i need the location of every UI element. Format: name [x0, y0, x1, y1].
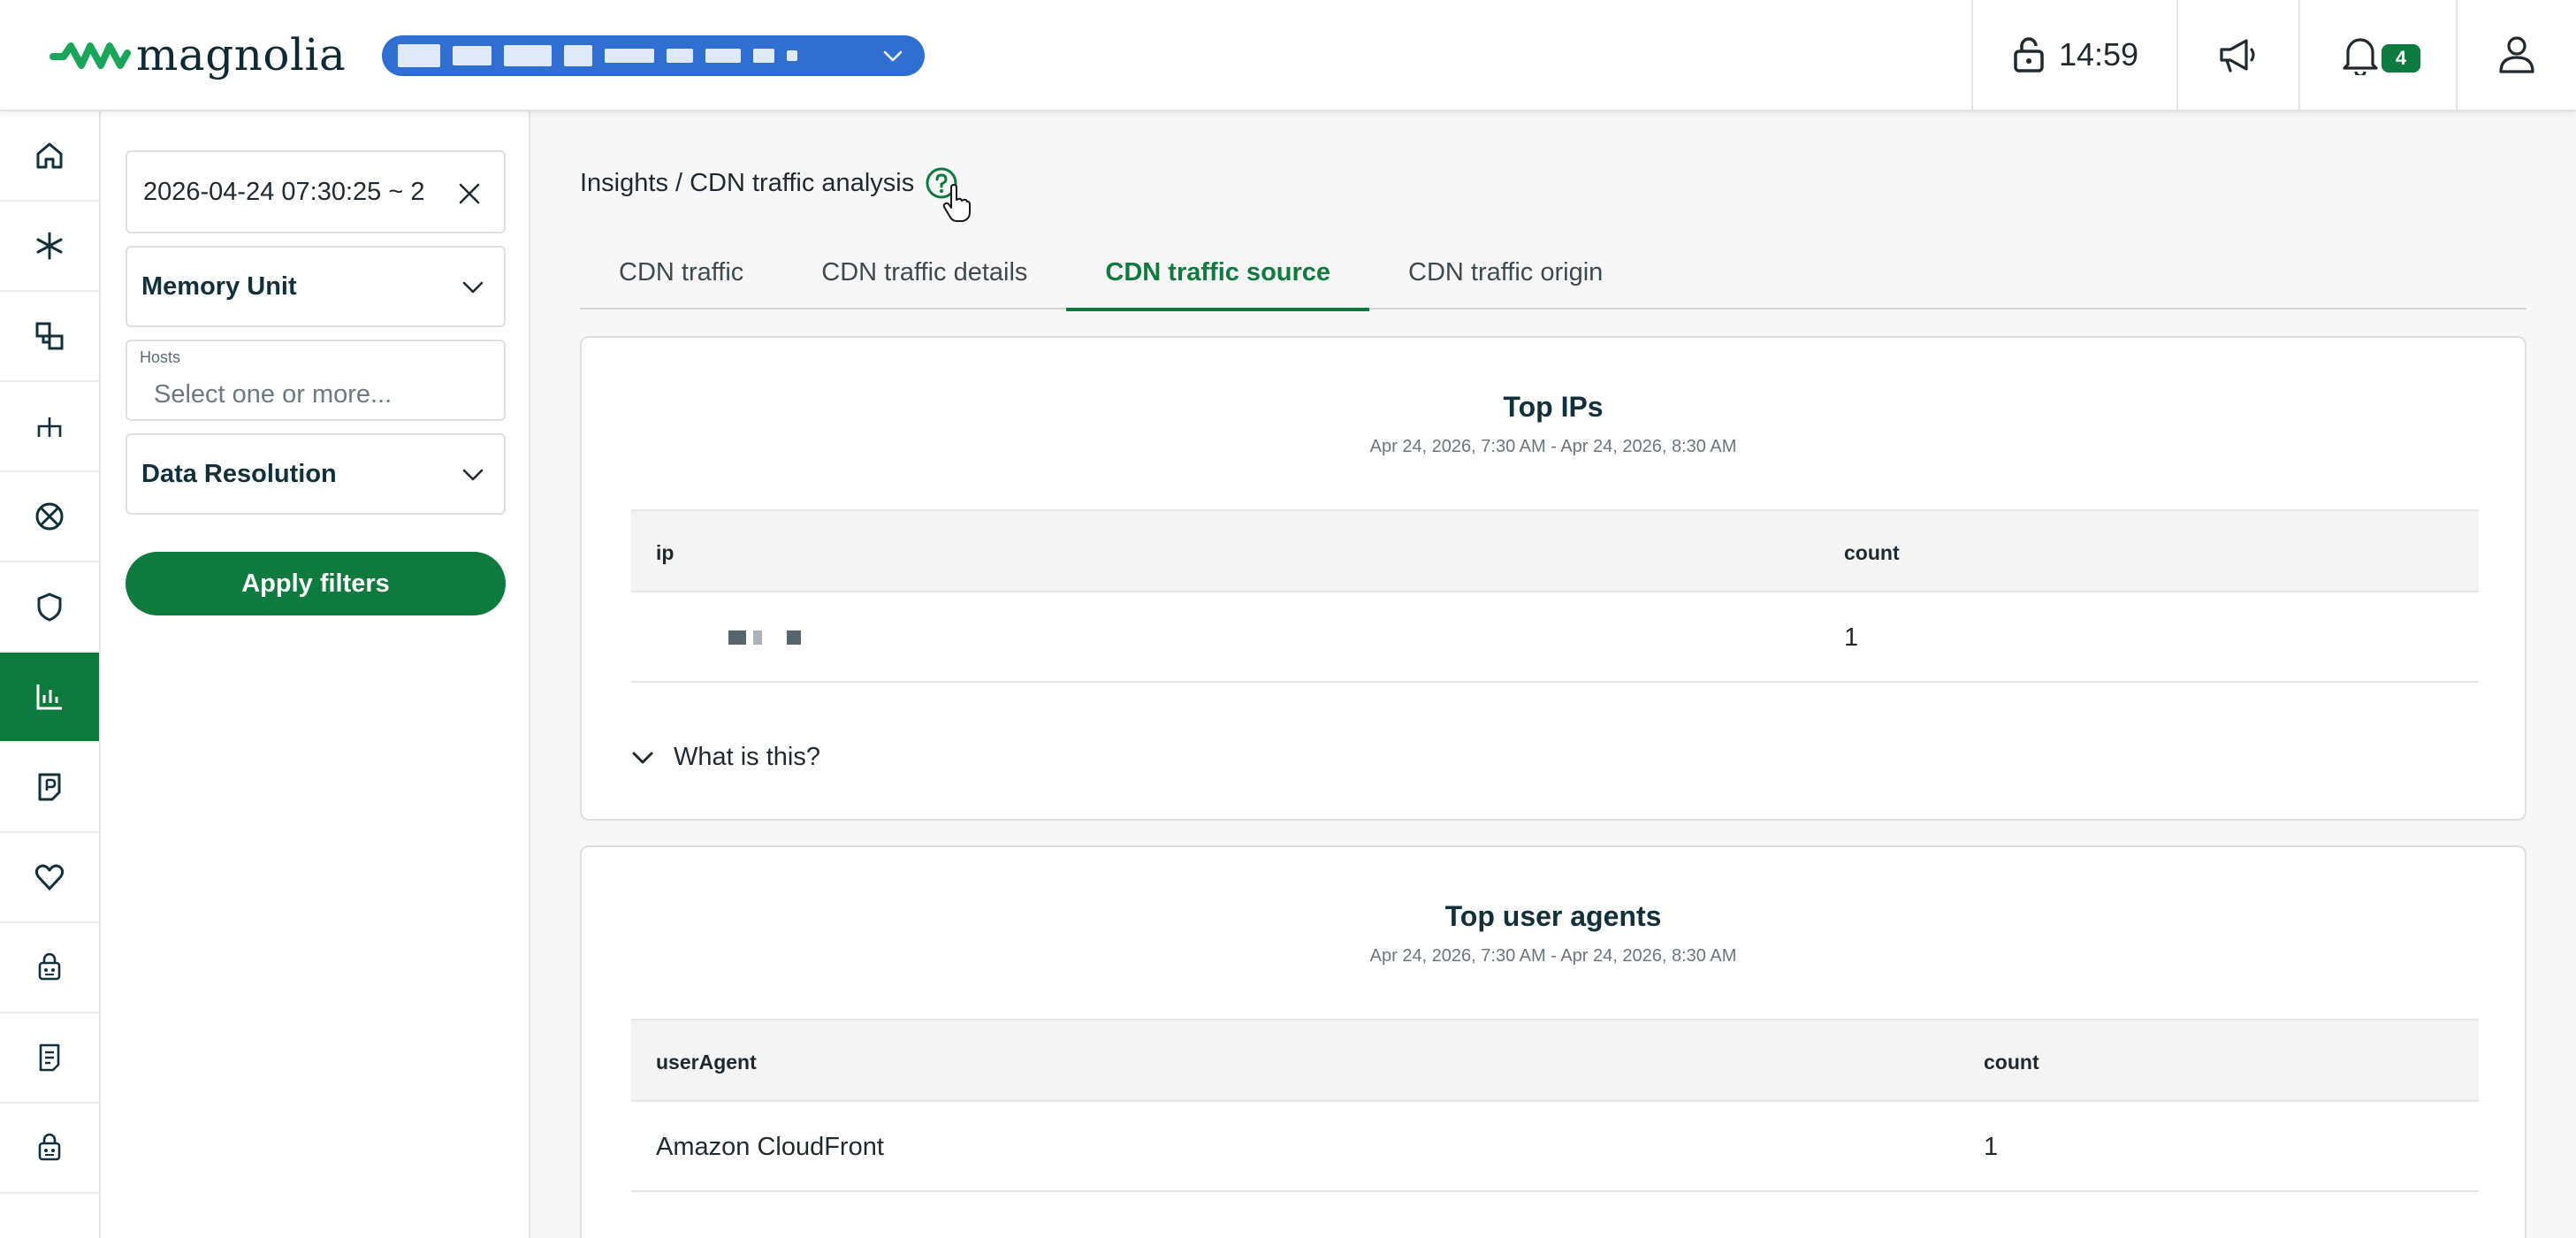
notification-count-badge: 4: [2382, 44, 2420, 73]
top-ips-table: ip count 1: [631, 509, 2479, 683]
chevron-down-icon: [462, 281, 484, 294]
filter-panel: 2026-04-24 07:30:25 ~ 2 Memory Unit Host…: [101, 111, 530, 1238]
what-is-this-expander[interactable]: What is this?: [631, 743, 820, 772]
robot-icon: [38, 952, 61, 981]
top-user-agents-table: userAgent count Amazon CloudFront 1: [631, 1019, 2479, 1192]
nav-item-domains[interactable]: [0, 472, 99, 562]
table-row[interactable]: Amazon CloudFront 1: [631, 1102, 2479, 1192]
nav-item-branches[interactable]: [0, 382, 99, 472]
robot-icon: [38, 1133, 61, 1161]
document-icon: [38, 773, 61, 801]
nav-item-robot-1[interactable]: [0, 923, 99, 1013]
chevron-down-icon: [632, 752, 653, 763]
tab-cdn-traffic-origin[interactable]: CDN traffic origin: [1369, 235, 1642, 310]
useragent-cell: Amazon CloudFront: [656, 1132, 884, 1161]
top-ips-card: Top IPs Apr 24, 2026, 7:30 AM - Apr 24, …: [580, 336, 2526, 821]
column-header-count[interactable]: count: [1984, 1020, 2039, 1104]
ip-cell-redacted: [728, 592, 808, 683]
tab-bar: CDN traffic CDN traffic details CDN traf…: [580, 235, 2526, 311]
top-user-agents-card: Top user agents Apr 24, 2026, 7:30 AM - …: [580, 845, 2526, 1238]
nav-item-security[interactable]: [0, 562, 99, 653]
column-header-ip[interactable]: ip: [656, 511, 674, 594]
megaphone-icon: [2220, 39, 2255, 73]
environment-name-redacted: [398, 35, 797, 76]
announcements-button[interactable]: [2176, 0, 2298, 110]
heart-icon: [34, 864, 65, 890]
chart-icon: [36, 684, 62, 710]
session-lock[interactable]: 14:59: [1971, 0, 2176, 110]
hosts-multiselect[interactable]: Hosts Select one or more...: [126, 340, 506, 421]
nav-item-documents[interactable]: [0, 743, 99, 833]
date-range-field[interactable]: 2026-04-24 07:30:25 ~ 2: [126, 150, 506, 233]
notifications-button[interactable]: 4: [2298, 0, 2456, 110]
tab-cdn-traffic[interactable]: CDN traffic: [580, 235, 782, 310]
chevron-down-icon: [883, 50, 903, 62]
bell-icon: [2343, 38, 2378, 75]
environment-selector[interactable]: [382, 35, 925, 76]
column-header-useragent[interactable]: userAgent: [656, 1020, 757, 1104]
environments-icon: [35, 322, 64, 350]
lock-icon: [2014, 37, 2044, 73]
top-user-agents-subtitle: Apr 24, 2026, 7:30 AM - Apr 24, 2026, 8:…: [1369, 946, 1737, 966]
tab-cdn-traffic-details[interactable]: CDN traffic details: [782, 235, 1066, 310]
what-is-this-label: What is this?: [674, 743, 820, 771]
main-content: Insights / CDN traffic analysis CDN traf…: [530, 111, 2576, 1238]
nav-item-insights[interactable]: [0, 653, 99, 743]
top-right-actions: 14:59 4: [1971, 0, 2576, 110]
hosts-label: Hosts: [140, 348, 181, 366]
left-navigation: [0, 111, 101, 1238]
asterisk-icon: [36, 232, 63, 260]
count-cell: 1: [1844, 623, 1859, 652]
apply-filters-button[interactable]: Apply filters: [126, 552, 506, 615]
top-ips-title: Top IPs: [1503, 391, 1604, 423]
table-header: userAgent count: [631, 1019, 2479, 1102]
notes-icon: [39, 1043, 60, 1072]
hand-cursor-icon: [942, 184, 971, 222]
top-bar: magnolia 14:59 4: [0, 0, 2576, 111]
memory-unit-select[interactable]: Memory Unit: [126, 246, 506, 327]
user-menu-button[interactable]: [2456, 0, 2576, 110]
date-range-value: 2026-04-24 07:30:25 ~ 2: [143, 177, 425, 206]
top-ips-subtitle: Apr 24, 2026, 7:30 AM - Apr 24, 2026, 8:…: [1369, 437, 1737, 456]
chevron-down-icon: [462, 469, 484, 481]
table-header: ip count: [631, 509, 2479, 592]
data-resolution-select[interactable]: Data Resolution: [126, 433, 506, 515]
nav-item-environments[interactable]: [0, 292, 99, 382]
breadcrumb-text: Insights / CDN traffic analysis: [580, 168, 915, 197]
top-user-agents-title: Top user agents: [1444, 900, 1662, 932]
globe-icon: [35, 502, 64, 531]
close-icon[interactable]: [458, 182, 481, 205]
table-row[interactable]: 1: [631, 592, 2479, 683]
shield-icon: [37, 592, 62, 622]
breadcrumb: Insights / CDN traffic analysis: [580, 166, 958, 200]
home-icon: [36, 142, 63, 169]
session-time: 14:59: [2058, 36, 2139, 73]
hosts-placeholder: Select one or more...: [154, 380, 392, 409]
magnolia-logo[interactable]: magnolia: [50, 27, 346, 83]
nav-item-asterisk[interactable]: [0, 202, 99, 292]
nav-item-health[interactable]: [0, 833, 99, 923]
tab-cdn-traffic-source[interactable]: CDN traffic source: [1066, 235, 1369, 311]
count-cell: 1: [1984, 1132, 1999, 1161]
branch-icon: [37, 417, 62, 437]
logo-text: magnolia: [136, 29, 347, 80]
data-resolution-label: Data Resolution: [141, 459, 337, 488]
nav-item-robot-2[interactable]: [0, 1104, 99, 1194]
nav-item-notes[interactable]: [0, 1013, 99, 1104]
column-header-count[interactable]: count: [1844, 511, 1900, 594]
nav-item-home[interactable]: [0, 111, 99, 202]
magnolia-logo-icon: [50, 42, 131, 69]
user-icon: [2499, 36, 2534, 73]
memory-unit-label: Memory Unit: [141, 271, 297, 301]
